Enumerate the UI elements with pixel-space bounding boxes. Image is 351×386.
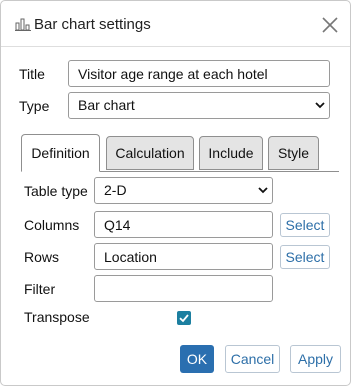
type-select-value: Bar chart bbox=[78, 97, 135, 113]
title-input[interactable] bbox=[68, 60, 330, 87]
checkmark-icon bbox=[179, 314, 189, 323]
rows-input[interactable] bbox=[94, 243, 273, 270]
columns-select-button[interactable]: Select bbox=[280, 213, 330, 237]
tab-style[interactable]: Style bbox=[268, 136, 319, 170]
chevron-down-icon bbox=[315, 102, 325, 109]
filter-label: Filter bbox=[24, 281, 56, 297]
dialog-title: Bar chart settings bbox=[34, 16, 151, 33]
ok-button[interactable]: OK bbox=[180, 345, 214, 373]
close-icon[interactable] bbox=[319, 14, 341, 36]
type-select[interactable]: Bar chart bbox=[68, 92, 330, 119]
table-type-select[interactable]: 2-D bbox=[94, 177, 273, 204]
rows-select-button[interactable]: Select bbox=[280, 245, 330, 269]
columns-label: Columns bbox=[24, 217, 80, 233]
chevron-down-icon bbox=[258, 187, 268, 194]
title-label: Title bbox=[19, 66, 45, 82]
columns-input[interactable] bbox=[94, 211, 273, 238]
table-type-value: 2-D bbox=[104, 182, 127, 198]
transpose-checkbox[interactable] bbox=[177, 311, 191, 325]
filter-input[interactable] bbox=[94, 275, 273, 302]
bar-chart-settings-dialog: Bar chart settings Title Type Bar chart … bbox=[0, 0, 351, 386]
tab-definition[interactable]: Definition bbox=[21, 134, 100, 172]
bar-chart-icon bbox=[15, 18, 31, 31]
tab-calculation[interactable]: Calculation bbox=[106, 136, 194, 170]
tab-include[interactable]: Include bbox=[199, 136, 263, 170]
type-label: Type bbox=[19, 98, 50, 114]
cancel-button[interactable]: Cancel bbox=[225, 345, 280, 373]
transpose-label: Transpose bbox=[24, 309, 90, 325]
apply-button[interactable]: Apply bbox=[290, 345, 341, 373]
table-type-label: Table type bbox=[24, 183, 88, 199]
dialog-titlebar: Bar chart settings bbox=[1, 1, 350, 47]
rows-label: Rows bbox=[24, 249, 60, 265]
